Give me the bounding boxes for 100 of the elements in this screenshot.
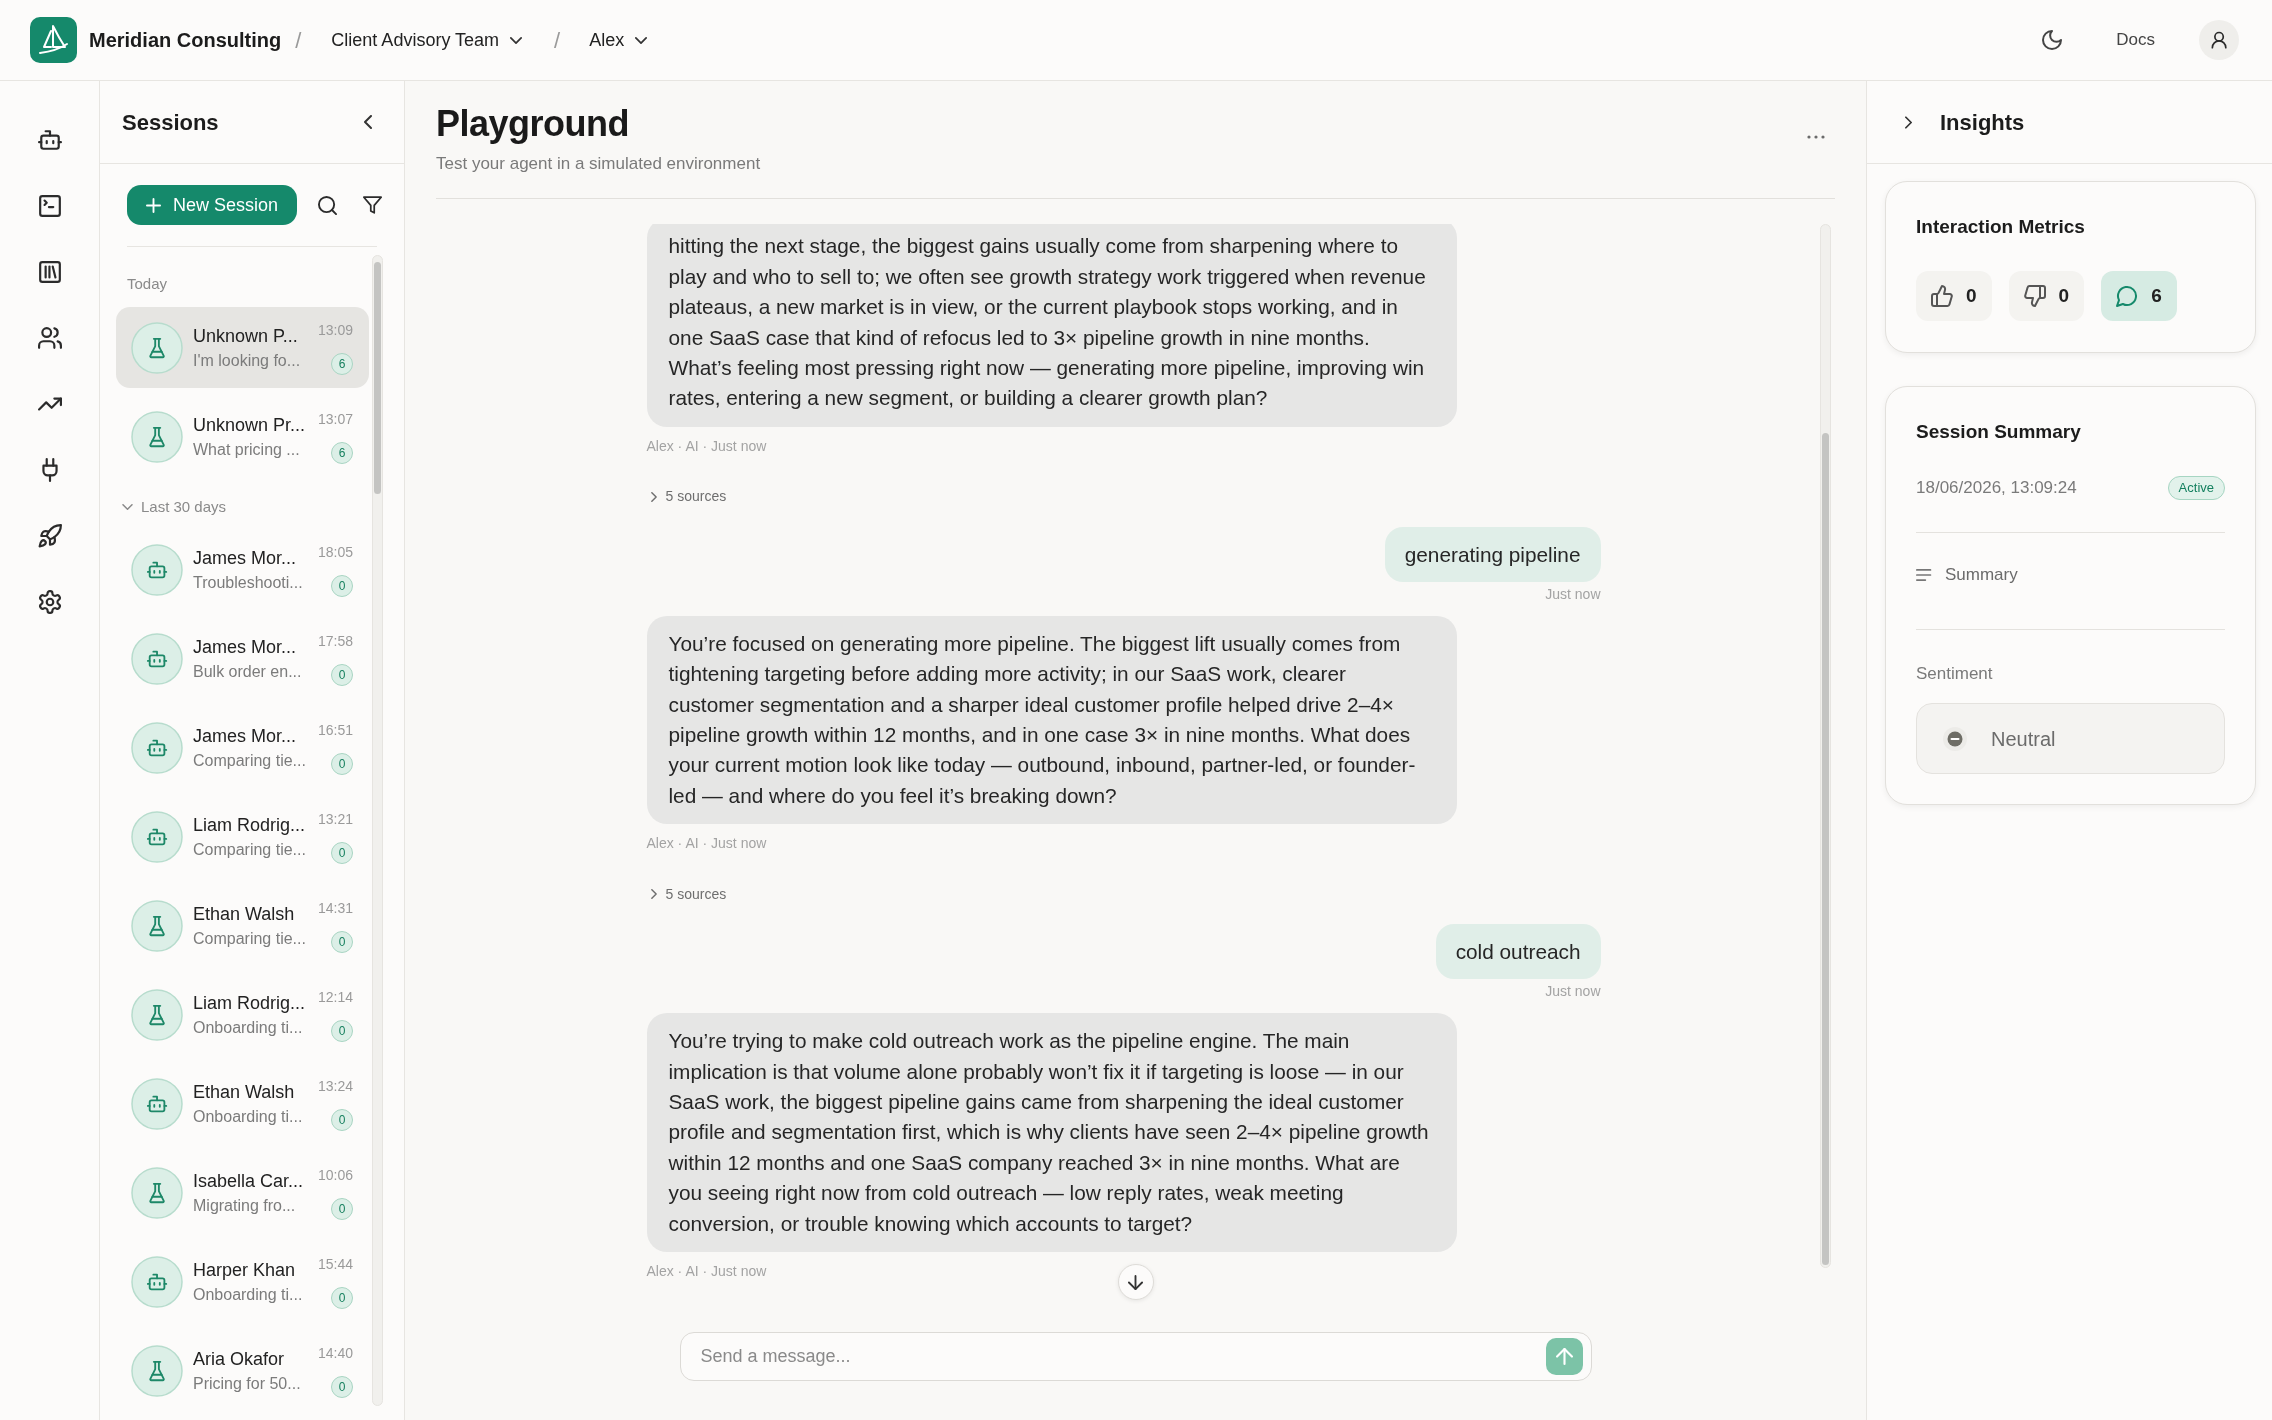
scrollbar-track[interactable] [1820, 224, 1831, 1268]
thumbs-down-icon [2023, 285, 2046, 307]
session-item[interactable]: James Mor... Bulk order en... 17:58 0 [116, 618, 369, 699]
session-time: 15:44 [317, 1254, 353, 1273]
user-message-bubble: cold outreach [1435, 924, 1601, 980]
message-input-field[interactable]: Send a message... [679, 1332, 1592, 1381]
session-title: Liam Rodrig... [193, 813, 307, 837]
breadcrumb-dropdown[interactable]: Client Advisory Team [331, 26, 523, 54]
rocket-icon[interactable] [37, 524, 62, 548]
card-title: Interaction Metrics [1916, 215, 2086, 239]
scrollbar-thumb[interactable] [1822, 433, 1829, 1265]
message-count-badge: 0 [331, 1286, 353, 1309]
summary-label: Summary [1945, 564, 2018, 587]
robot-icon[interactable] [37, 128, 62, 152]
message-count-badge: 0 [331, 574, 353, 597]
breadcrumb-separator: / [295, 26, 302, 55]
metric-chip[interactable]: 0 [2008, 271, 2085, 321]
metric-chip[interactable]: 0 [1916, 271, 1992, 321]
robot-icon [131, 543, 183, 596]
moon-icon[interactable] [2042, 30, 2063, 50]
panel-title: Insights [1940, 108, 2025, 137]
session-item[interactable]: Unknown Pr... What pricing ... 13:07 6 [116, 396, 369, 477]
agent-message-bubble: You’re trying to make cold outreach work as the pipeline engine. The main implication is that volume alone probably won’t fix it if targeting is loose — in our SaaS work, the biggest pipeline gains came from sharpening the ideal customer profile and segmentation first, which is why clients have seen 2–4× pipeline growth within 12 months and one SaaS company reached 3× in nine months. What are you seeing right now from cold outreach — low reply rates, weak meeting conversion, or trouble knowing which accounts to target? [646, 1013, 1457, 1252]
agent-message-bubble: hitting the next stage, the biggest gains usually come from sharpening where to play and who to sell to; we often see growth strategy work triggered when revenue plateaus, a new market is in view, or the current playbook stops working, and in one SaaS case that kind of refocus led to 3× pipeline growth in nine months. What’s feeling most pressing right now — generating more pipeline, improving win rates, entering a new segment, or building a clearer growth plan? [646, 224, 1457, 427]
session-item[interactable]: Liam Rodrig... Onboarding ti... 12:14 0 [116, 974, 369, 1055]
session-time: 14:31 [317, 898, 353, 917]
speech-bubble-icon [2116, 285, 2139, 307]
card-title: Session Summary [1916, 420, 2082, 444]
session-item[interactable]: Isabella Car... Migrating fro... 10:06 0 [116, 1152, 369, 1233]
session-preview: Bulk order en... [193, 661, 303, 682]
chevron-right-icon [650, 491, 657, 502]
status-badge: Active [2167, 476, 2225, 500]
robot-icon [131, 1077, 183, 1130]
search-icon[interactable] [318, 195, 337, 215]
session-time: 17:58 [317, 631, 353, 650]
arrow-down-icon [1128, 1274, 1143, 1290]
session-title: James Mor... [193, 724, 298, 748]
session-item[interactable]: Harper Khan Onboarding ti... 15:44 0 [116, 1241, 369, 1322]
session-item[interactable]: James Mor... Comparing tie... 16:51 0 [116, 707, 369, 788]
scrollbar-thumb[interactable] [374, 262, 381, 494]
session-time: 13:21 [317, 809, 353, 828]
minus-circle-icon [1943, 726, 1967, 751]
text-lines-icon [1916, 569, 1933, 581]
robot-icon [131, 810, 183, 863]
chevron-right-icon [650, 889, 657, 900]
session-preview: Migrating fro... [193, 1195, 297, 1216]
message-meta: Alex · AI · Just now [646, 436, 767, 455]
flask-icon [131, 1344, 183, 1397]
chevron-down-icon [635, 36, 648, 44]
session-preview: Comparing tie... [193, 839, 307, 860]
message-count-badge: 0 [331, 1375, 353, 1398]
session-time: 12:14 [317, 987, 353, 1006]
group-label: Today [126, 274, 169, 294]
session-timestamp: 18/06/2026, 13:09:24 [1916, 477, 2077, 500]
thumbs-up-icon [1931, 285, 1953, 307]
session-time: 13:09 [317, 320, 353, 339]
user-avatar-icon[interactable] [2199, 20, 2239, 60]
scrollbar-track[interactable] [372, 255, 383, 1406]
settings-icon[interactable] [37, 590, 62, 614]
more-options-icon[interactable] [1807, 135, 1825, 139]
chevron-left-icon[interactable] [364, 115, 372, 129]
docs-link[interactable]: Docs [2116, 27, 2155, 53]
robot-icon [131, 1255, 183, 1308]
chevron-right-icon[interactable] [1905, 115, 1912, 129]
session-title: Isabella Car... [193, 1169, 305, 1193]
terminal-icon[interactable] [37, 194, 62, 218]
sources-toggle[interactable]: 5 sources [650, 885, 727, 904]
session-item[interactable]: James Mor... Troubleshooti... 18:05 0 [116, 529, 369, 610]
filter-icon[interactable] [363, 196, 382, 214]
library-icon[interactable] [37, 260, 62, 284]
brand-name: Meridian Consulting [89, 28, 282, 53]
sources-toggle[interactable]: 5 sources [650, 487, 727, 506]
sailboat-logo-icon[interactable] [30, 17, 77, 63]
flask-icon [131, 1166, 183, 1219]
session-time: 13:24 [317, 1076, 353, 1095]
flask-icon [131, 988, 183, 1041]
message-count-badge: 0 [331, 1019, 353, 1042]
session-item[interactable]: Aria Okafor Pricing for 50... 14:40 0 [116, 1330, 369, 1411]
users-icon[interactable] [37, 326, 62, 350]
breadcrumb-dropdown[interactable]: Alex [589, 26, 648, 54]
session-preview: Comparing tie... [193, 750, 307, 771]
session-item[interactable]: Liam Rodrig... Comparing tie... 13:21 0 [116, 796, 369, 877]
message-meta: Alex · AI · Just now [646, 1262, 767, 1280]
chevron-down-icon [510, 36, 523, 44]
message-count-badge: 6 [331, 352, 353, 375]
session-preview: Troubleshooti... [193, 572, 304, 593]
new-session-button[interactable]: New Session [127, 185, 297, 225]
session-title: James Mor... [193, 546, 298, 570]
flask-icon [131, 899, 183, 952]
session-preview: What pricing ... [193, 439, 301, 460]
metric-chip[interactable]: 6 [2101, 271, 2177, 321]
session-item[interactable]: Ethan Walsh Comparing tie... 14:31 0 [116, 885, 369, 966]
breadcrumb-separator: / [554, 26, 561, 55]
session-item[interactable]: Unknown P... I'm looking fo... 13:09 6 [116, 307, 369, 388]
session-preview: Onboarding ti... [193, 1017, 304, 1038]
sentiment-label: Sentiment [1916, 663, 1994, 685]
session-item[interactable]: Ethan Walsh Onboarding ti... 13:24 0 [116, 1063, 369, 1144]
flask-icon [131, 410, 183, 463]
scroll-down-button[interactable] [1117, 1264, 1154, 1300]
message-count-badge: 0 [331, 1108, 353, 1131]
